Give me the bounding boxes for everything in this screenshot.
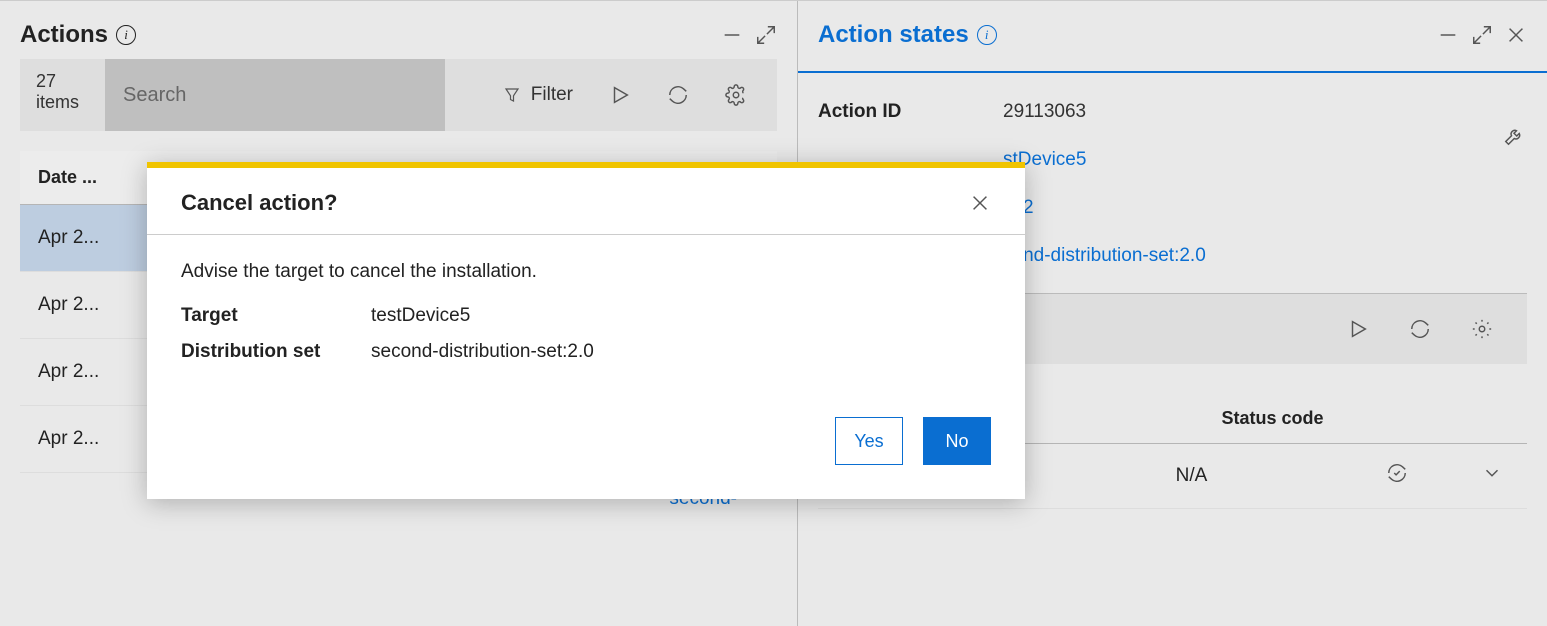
actions-title: Actions [20, 21, 108, 49]
action-states-title: Action states [818, 21, 969, 49]
tools-icon[interactable] [1503, 125, 1525, 152]
settings-button[interactable] [1471, 318, 1493, 340]
ds-full-link-partial[interactable]: cond-distribution-set:2.0 [1003, 245, 1206, 267]
no-button[interactable]: No [923, 417, 991, 465]
target-label: Target [181, 305, 371, 327]
chevron-down-icon[interactable] [1457, 462, 1527, 490]
minimize-icon[interactable] [1437, 24, 1459, 46]
filter-button[interactable]: Filter [503, 84, 573, 106]
distribution-set-value: second-distribution-set:2.0 [371, 341, 594, 363]
info-icon[interactable]: i [116, 25, 136, 45]
actions-header: Actions i [0, 1, 797, 59]
target-value: testDevice5 [371, 305, 470, 327]
close-icon[interactable] [1505, 24, 1527, 46]
play-button[interactable] [609, 84, 631, 106]
info-icon[interactable]: i [977, 25, 997, 45]
close-icon[interactable] [969, 192, 991, 214]
yes-button[interactable]: Yes [835, 417, 903, 465]
search-input[interactable] [105, 59, 445, 131]
item-count: 27 items [20, 59, 105, 131]
minimize-icon[interactable] [721, 24, 743, 46]
action-states-header: Action states i [798, 1, 1547, 73]
expand-icon[interactable] [1471, 24, 1493, 46]
action-id-value: 29113063 [1003, 101, 1086, 123]
refresh-button[interactable] [667, 84, 689, 106]
actions-toolbar: 27 items Filter [20, 59, 777, 131]
status-code-value: N/A [1018, 465, 1337, 487]
refresh-button[interactable] [1409, 318, 1431, 340]
distribution-set-label: Distribution set [181, 341, 371, 363]
filter-label: Filter [531, 84, 573, 106]
expand-icon[interactable] [755, 24, 777, 46]
cancel-action-dialog: Cancel action? Advise the target to canc… [147, 162, 1025, 499]
settings-button[interactable] [725, 84, 747, 106]
action-id-label: Action ID [818, 101, 1003, 123]
dialog-title: Cancel action? [181, 190, 969, 216]
dialog-message: Advise the target to cancel the installa… [181, 261, 991, 283]
play-button[interactable] [1347, 318, 1369, 340]
status-reload-icon[interactable] [1337, 462, 1457, 490]
